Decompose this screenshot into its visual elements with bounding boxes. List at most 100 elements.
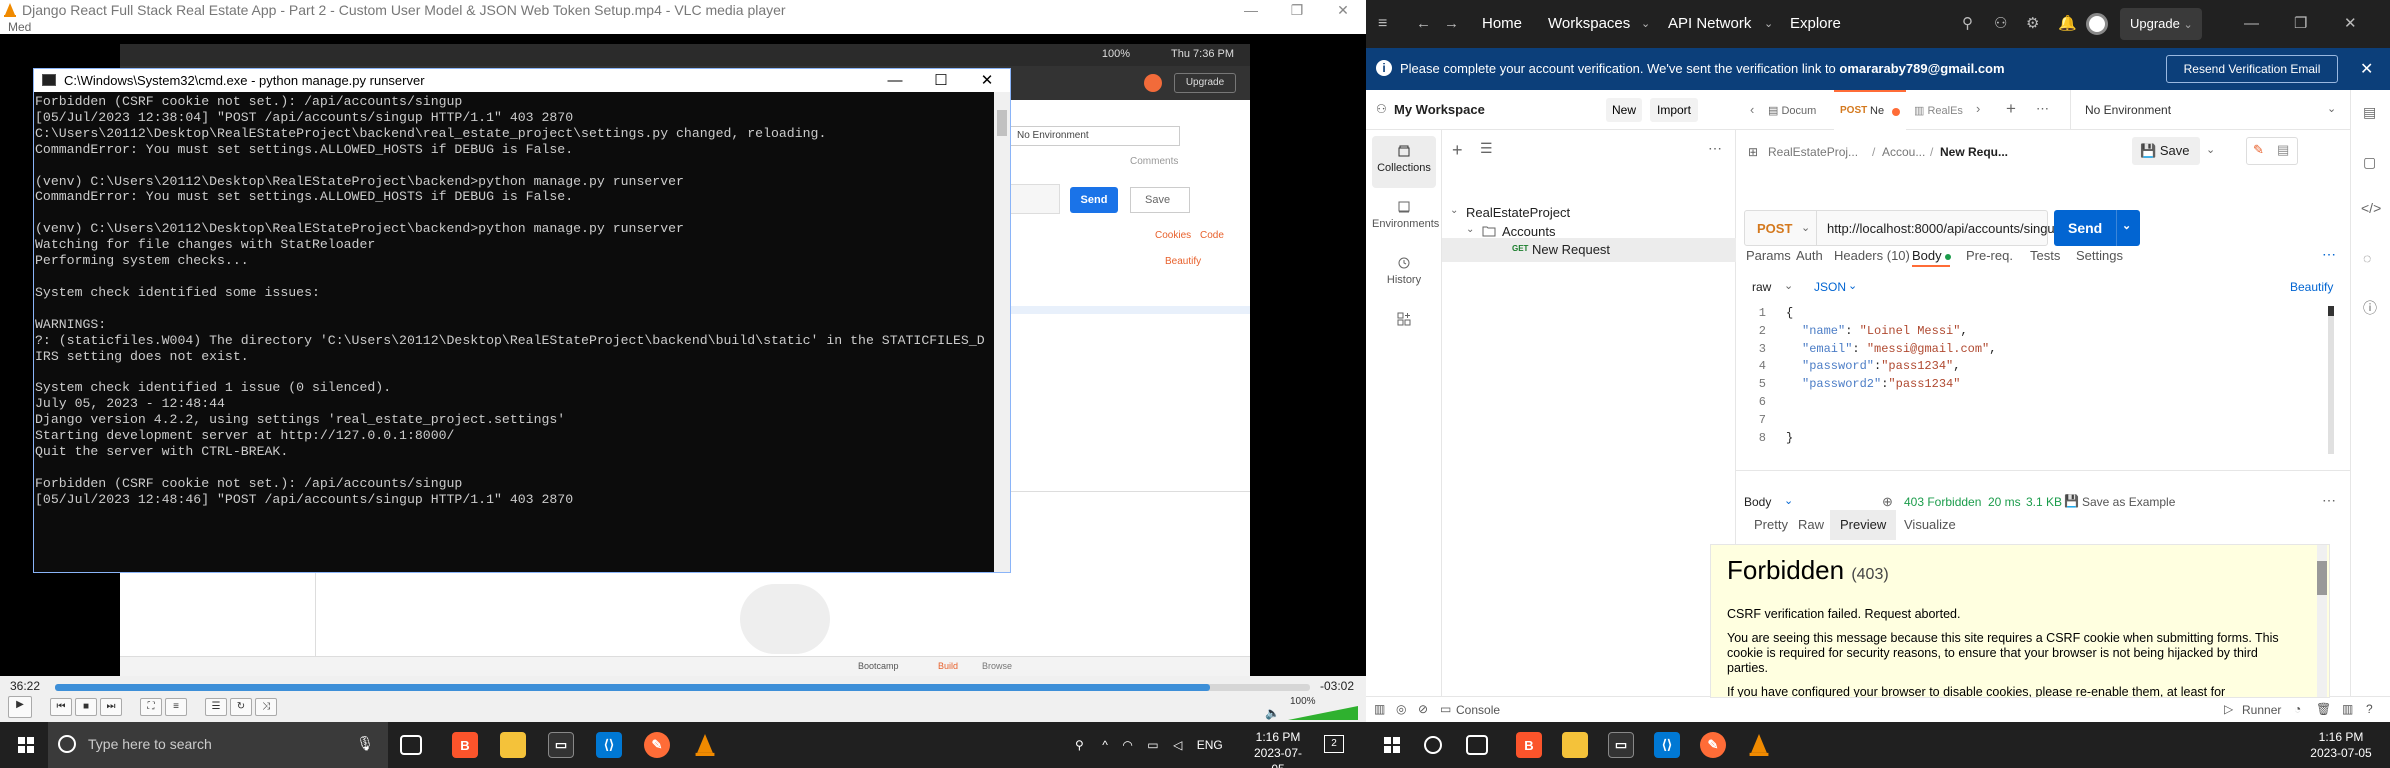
breadcrumb-request[interactable]: New Requ...	[1940, 145, 2008, 159]
request-more-icon[interactable]: ⋯	[2322, 246, 2336, 263]
sidebar-toggle-icon[interactable]: ▥	[1374, 702, 1385, 716]
console-button[interactable]: Console	[1456, 703, 1500, 717]
tab-docs[interactable]: ▤ Docum	[1768, 104, 1816, 117]
task-view-icon-right[interactable]	[1466, 735, 1488, 755]
cmd-scroll-thumb[interactable]	[997, 110, 1007, 136]
breadcrumb-collection[interactable]: RealEstateProj...	[1768, 145, 1858, 159]
tab-tests[interactable]: Tests	[2030, 248, 2060, 263]
import-button[interactable]: Import	[1650, 98, 1698, 122]
send-button[interactable]: Send ⌄	[2054, 210, 2140, 246]
speaker-icon[interactable]: ◁	[1173, 738, 1182, 752]
tab-active-request[interactable]: POST Ne	[1834, 90, 1906, 130]
nav-explore[interactable]: Explore	[1790, 0, 1841, 48]
cmd-minimize-button[interactable]: —	[872, 69, 918, 92]
nav-api-network[interactable]: API Network	[1668, 0, 1751, 48]
related-rail-icon[interactable]: ◌	[2363, 250, 2371, 266]
play-button[interactable]: ▶	[8, 696, 32, 718]
sidebar-item-collections[interactable]: Collections	[1372, 144, 1436, 174]
new-tab-icon[interactable]: +	[2006, 99, 2016, 119]
workspace-name[interactable]: My Workspace	[1394, 102, 1485, 117]
tab-auth[interactable]: Auth	[1796, 248, 1823, 263]
avatar[interactable]	[2086, 13, 2108, 35]
settings-gear-icon[interactable]: ⚙	[2026, 0, 2039, 48]
banner-close-icon[interactable]: ✕	[2360, 59, 2373, 79]
info-rail-icon[interactable]: ⓘ	[2363, 298, 2377, 318]
filter-icon[interactable]: ☰	[1480, 140, 1493, 157]
brave-icon-right[interactable]: B	[1516, 732, 1542, 758]
cmd-maximize-button[interactable]: ☐	[918, 69, 964, 92]
tab-body[interactable]: Body	[1912, 248, 1952, 263]
tab-settings[interactable]: Settings	[2076, 248, 2123, 263]
docs-rail-icon[interactable]: ▤	[2363, 104, 2376, 121]
extended-settings-button[interactable]: ≡	[165, 698, 187, 716]
preview-scrollbar[interactable]	[2317, 545, 2327, 697]
terminal-icon[interactable]: ▭	[548, 732, 574, 758]
search-icon-right[interactable]	[1424, 736, 1442, 754]
windows-start-icon-right[interactable]	[1384, 737, 1400, 753]
send-chevron-icon[interactable]: ⌄	[2122, 219, 2131, 232]
task-view-icon[interactable]	[400, 735, 422, 755]
window-restore-button[interactable]: ❐	[2294, 0, 2307, 48]
invite-user-icon[interactable]: ⚇	[1994, 0, 2007, 48]
sidebar-item-add[interactable]	[1372, 312, 1436, 330]
help-icon[interactable]: ?	[2366, 702, 2373, 716]
close-button[interactable]: ✕	[1320, 0, 1366, 20]
environment-selector[interactable]: No Environment ⌄	[2070, 90, 2350, 130]
chevron-up-icon[interactable]: ^	[1102, 738, 1108, 752]
loop-button[interactable]: ↻	[230, 698, 252, 716]
stop-button[interactable]: ■	[75, 698, 97, 716]
resp-tab-visualize[interactable]: Visualize	[1894, 510, 1966, 540]
vscode-icon[interactable]: ⟨⟩	[596, 732, 622, 758]
editor-scrollbar[interactable]	[2328, 306, 2334, 454]
find-icon[interactable]: ⊘	[1418, 702, 1428, 716]
file-explorer-icon-right[interactable]	[1562, 732, 1588, 758]
clock-right[interactable]: 1:16 PM 2023-07-05	[2306, 729, 2376, 761]
save-button[interactable]: 💾 Save	[2132, 137, 2200, 165]
notifications-bell-icon[interactable]: 🔔	[2058, 0, 2077, 48]
taskbar-search-box[interactable]: Type here to search 🎙	[48, 722, 388, 768]
volume-icon[interactable]: 🔈	[1265, 706, 1280, 720]
tabs-scroll-left-icon[interactable]: ‹	[1750, 102, 1754, 117]
beautify-link[interactable]: Beautify	[2290, 280, 2333, 294]
terminal-icon-right[interactable]: ▭	[1608, 732, 1634, 758]
resp-tab-preview[interactable]: Preview	[1830, 510, 1897, 540]
cmd-title-bar[interactable]: C:\Windows\System32\cmd.exe - python man…	[34, 69, 1010, 92]
comments-icon[interactable]: ▤	[2277, 142, 2289, 158]
trash-icon[interactable]: 🗑	[2316, 702, 2331, 716]
forward-arrow-icon[interactable]: →	[1444, 0, 1459, 48]
breadcrumb-folder[interactable]: Accou...	[1882, 145, 1925, 159]
postman-icon-right[interactable]: ✎	[1700, 732, 1726, 758]
tabs-more-icon[interactable]: ⋯	[2036, 101, 2049, 117]
menu-media[interactable]: Med	[8, 20, 31, 34]
hamburger-menu-icon[interactable]: ≡	[1378, 0, 1387, 48]
back-arrow-icon[interactable]: ←	[1416, 0, 1431, 48]
language-indicator[interactable]: ENG	[1197, 738, 1223, 752]
file-explorer-icon[interactable]	[500, 732, 526, 758]
sidebar-item-environments[interactable]: Environments	[1372, 200, 1439, 230]
runner-button[interactable]: Runner	[2242, 703, 2281, 717]
battery-icon[interactable]: ▭	[1147, 738, 1158, 752]
people-icon[interactable]: ⚲	[1075, 738, 1084, 752]
tab-params[interactable]: Params	[1746, 248, 1791, 263]
clock-left[interactable]: 1:16 PM 2023-07-05	[1248, 729, 1308, 768]
nav-workspaces[interactable]: Workspaces	[1548, 0, 1630, 48]
edit-pencil-icon[interactable]: ✎	[2253, 142, 2264, 158]
next-button[interactable]: ⏭	[100, 698, 122, 716]
volume-slider[interactable]	[1288, 706, 1358, 720]
minimize-button[interactable]: —	[1228, 0, 1274, 20]
cmd-scrollbar[interactable]	[994, 92, 1010, 572]
cookies-icon[interactable]: ◔	[2294, 702, 2301, 716]
restore-button[interactable]: ❐	[1274, 0, 1320, 20]
editor-scroll-thumb[interactable]	[2328, 306, 2334, 316]
add-collection-icon[interactable]: +	[1452, 140, 1463, 161]
vlc-icon[interactable]	[692, 732, 718, 758]
postman-icon[interactable]: ✎	[644, 732, 670, 758]
nav-home[interactable]: Home	[1482, 0, 1522, 48]
view-toggle[interactable]: ✎ ▤	[2246, 137, 2298, 165]
tab-headers[interactable]: Headers (10)	[1834, 248, 1910, 263]
save-chevron-icon[interactable]: ⌄	[2206, 143, 2215, 156]
resp-tab-raw[interactable]: Raw	[1788, 510, 1834, 540]
body-lang-select[interactable]: JSON ⌄	[1808, 274, 1878, 300]
microphone-icon[interactable]: 🎙	[356, 735, 374, 752]
resend-verification-button[interactable]: Resend Verification Email	[2166, 55, 2338, 83]
